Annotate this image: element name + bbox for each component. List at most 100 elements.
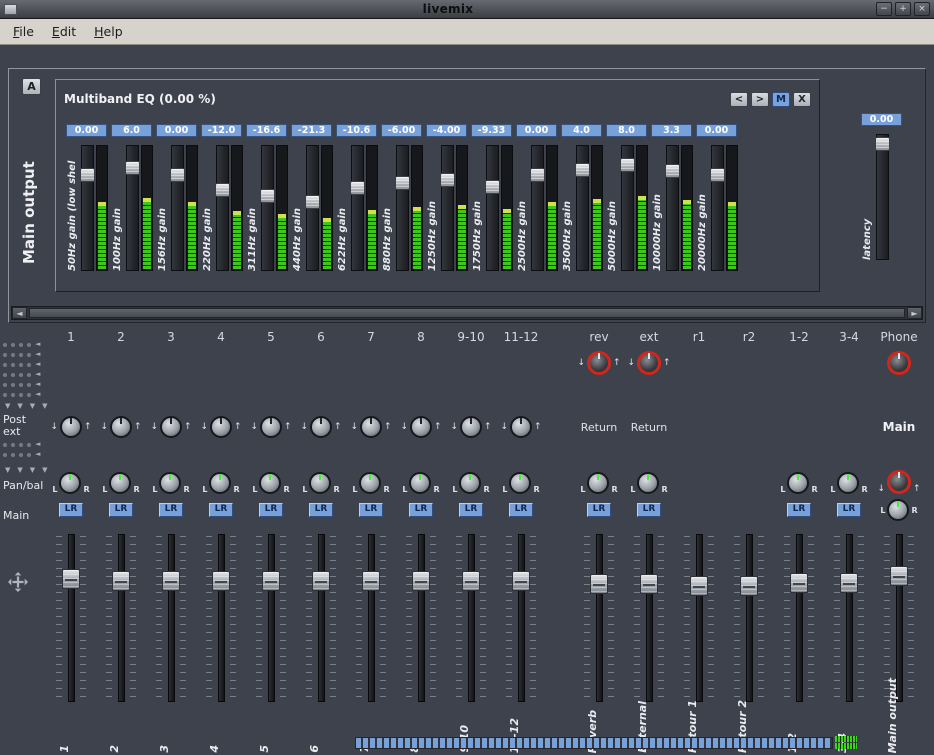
latency-slider[interactable] [876, 134, 889, 260]
pan-knob[interactable] [637, 472, 659, 494]
eq-band-slider[interactable] [261, 145, 274, 271]
pan-knob[interactable] [259, 472, 281, 494]
routing-dot[interactable] [3, 373, 7, 377]
close-button[interactable]: × [914, 2, 930, 16]
fader-handle[interactable] [462, 571, 480, 591]
eq-band-value[interactable]: 6.0 [111, 124, 152, 137]
routing-dot[interactable] [27, 353, 31, 357]
post-send-knob[interactable] [510, 416, 532, 438]
select-a-button[interactable]: A [22, 78, 41, 95]
routing-dot[interactable] [27, 383, 31, 387]
eq-band-value[interactable]: -12.0 [201, 124, 242, 137]
fader-handle[interactable] [112, 571, 130, 591]
eq-band-slider[interactable] [396, 145, 409, 271]
eq-band-slider-handle[interactable] [665, 164, 680, 178]
fader-handle[interactable] [840, 573, 858, 593]
routing-dot[interactable] [3, 353, 7, 357]
maximize-button[interactable]: + [895, 2, 911, 16]
fader-handle[interactable] [740, 576, 758, 596]
routing-dot[interactable] [27, 343, 31, 347]
fader-handle[interactable] [512, 571, 530, 591]
stereo-toggle-button[interactable]: LR [409, 503, 433, 517]
eq-horizontal-scrollbar[interactable]: ◄ ► [11, 306, 923, 320]
scroll-left-icon[interactable]: ◄ [12, 307, 27, 319]
routing-dot[interactable] [11, 363, 15, 367]
post-send-knob[interactable] [110, 416, 132, 438]
stereo-toggle-button[interactable]: LR [59, 503, 83, 517]
eq-band-slider[interactable] [171, 145, 184, 271]
channel-fader[interactable] [356, 534, 386, 702]
menu-file[interactable]: File [4, 20, 43, 43]
fader-handle[interactable] [362, 571, 380, 591]
pan-knob[interactable] [109, 472, 131, 494]
routing-dot[interactable] [27, 453, 31, 457]
post-send-knob[interactable] [260, 416, 282, 438]
pan-knob[interactable] [159, 472, 181, 494]
channel-fader[interactable] [834, 534, 864, 702]
main-gain-knob[interactable] [887, 470, 911, 494]
routing-dot[interactable] [11, 353, 15, 357]
stereo-toggle-button[interactable]: LR [109, 503, 133, 517]
eq-band-slider[interactable] [351, 145, 364, 271]
eq-band-slider[interactable] [621, 145, 634, 271]
post-send-knob[interactable] [210, 416, 232, 438]
pan-knob[interactable] [587, 472, 609, 494]
eq-band-slider-handle[interactable] [485, 180, 500, 194]
stereo-toggle-button[interactable]: LR [359, 503, 383, 517]
pan-knob[interactable] [459, 472, 481, 494]
pan-knob[interactable] [509, 472, 531, 494]
routing-dot[interactable] [27, 393, 31, 397]
eq-band-value[interactable]: 0.00 [156, 124, 197, 137]
routing-dot[interactable] [11, 343, 15, 347]
channel-fader[interactable] [456, 534, 486, 702]
return-level-knob[interactable] [587, 351, 611, 375]
fader-handle[interactable] [890, 566, 908, 586]
eq-band-value[interactable]: -4.00 [426, 124, 467, 137]
stereo-toggle-button[interactable]: LR [309, 503, 333, 517]
eq-band-value[interactable]: -9.33 [471, 124, 512, 137]
channel-fader[interactable] [406, 534, 436, 702]
routing-dot[interactable] [11, 393, 15, 397]
eq-band-slider-handle[interactable] [170, 168, 185, 182]
routing-dot[interactable] [19, 343, 23, 347]
routing-dot[interactable] [19, 393, 23, 397]
stereo-toggle-button[interactable]: LR [159, 503, 183, 517]
scroll-right-icon[interactable]: ► [907, 307, 922, 319]
routing-dot[interactable] [3, 393, 7, 397]
channel-fader[interactable] [584, 534, 614, 702]
eq-band-slider-handle[interactable] [350, 181, 365, 195]
routing-dot[interactable] [27, 373, 31, 377]
eq-band-slider-handle[interactable] [215, 183, 230, 197]
move-icon[interactable] [8, 572, 28, 592]
eq-band-slider[interactable] [576, 145, 589, 271]
fader-handle[interactable] [412, 571, 430, 591]
routing-dot[interactable] [3, 363, 7, 367]
latency-value[interactable]: 0.00 [861, 113, 902, 126]
fader-handle[interactable] [212, 571, 230, 591]
post-send-knob[interactable] [310, 416, 332, 438]
menu-edit[interactable]: Edit [43, 20, 85, 43]
channel-fader[interactable] [206, 534, 236, 702]
eq-band-slider[interactable] [711, 145, 724, 271]
routing-dot[interactable] [19, 373, 23, 377]
pan-knob[interactable] [409, 472, 431, 494]
eq-band-slider-handle[interactable] [620, 158, 635, 172]
eq-band-value[interactable]: 0.00 [66, 124, 107, 137]
routing-dot[interactable] [3, 343, 7, 347]
eq-band-value[interactable]: -10.6 [336, 124, 377, 137]
eq-band-slider-handle[interactable] [260, 189, 275, 203]
stereo-toggle-button[interactable]: LR [837, 503, 861, 517]
fader-handle[interactable] [62, 569, 80, 589]
eq-prev-button[interactable]: < [730, 92, 748, 107]
latency-slider-handle[interactable] [875, 137, 890, 151]
eq-band-value[interactable]: -6.00 [381, 124, 422, 137]
eq-mute-button[interactable]: M [772, 92, 790, 107]
eq-band-slider[interactable] [666, 145, 679, 271]
eq-band-slider[interactable] [81, 145, 94, 271]
eq-band-slider[interactable] [531, 145, 544, 271]
return-level-knob[interactable] [637, 351, 661, 375]
pan-knob[interactable] [209, 472, 231, 494]
fader-handle[interactable] [590, 574, 608, 594]
routing-matrix-top[interactable]: ◄◄◄◄◄◄ [3, 342, 40, 402]
return-level-knob[interactable] [887, 351, 911, 375]
